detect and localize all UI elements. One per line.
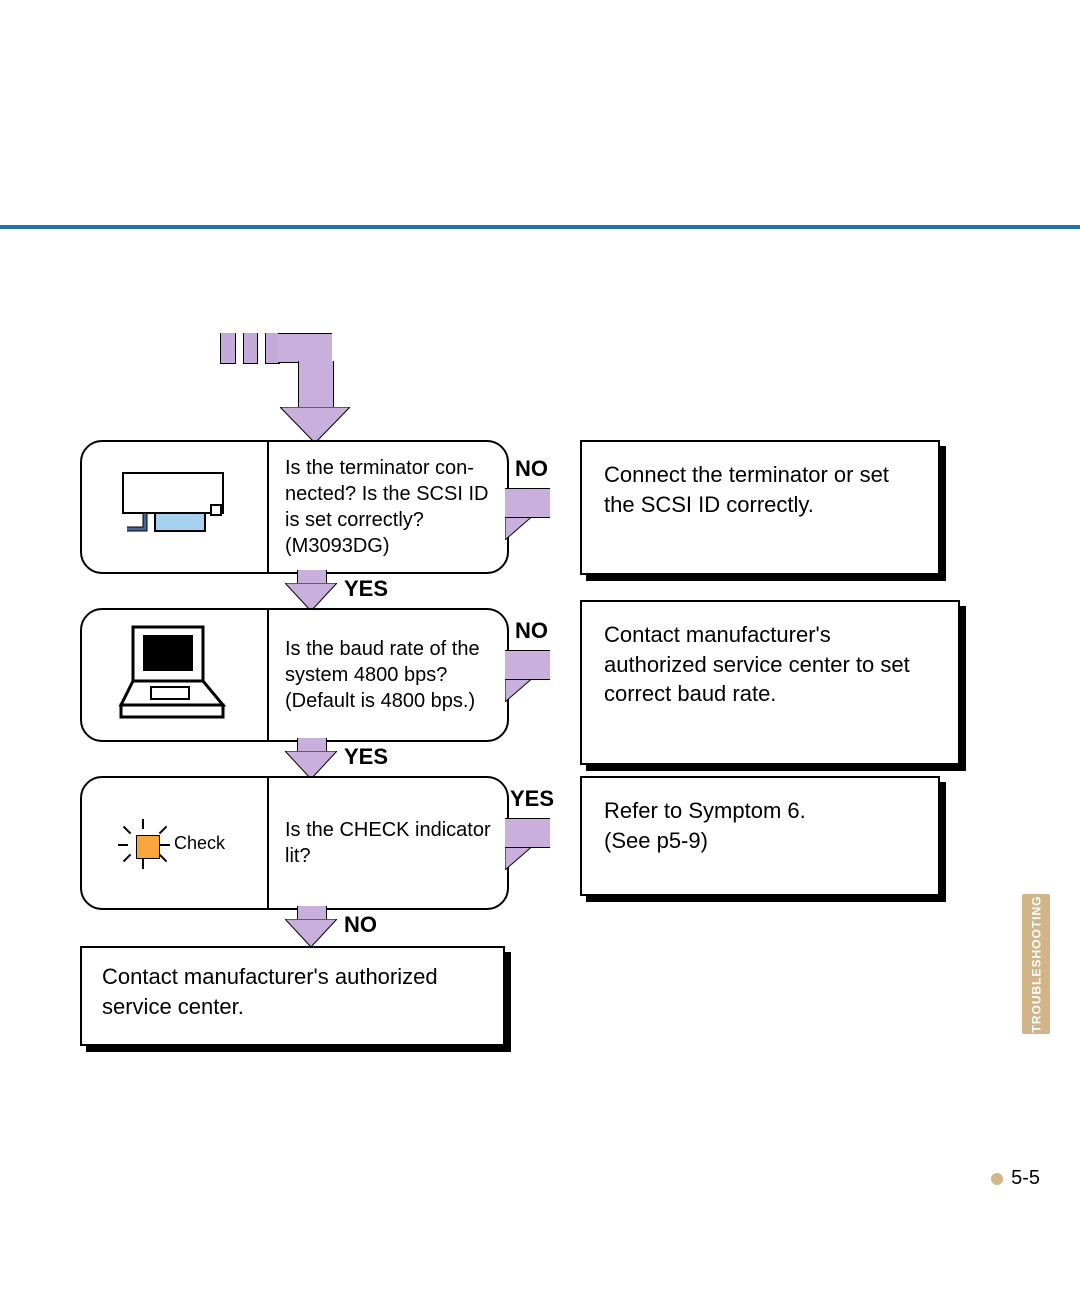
step1-question: Is the terminator con- nected? Is the SC… xyxy=(269,442,507,572)
header-rule xyxy=(0,225,1080,229)
final-result: Contact manufacturer's authorized servic… xyxy=(80,946,505,1046)
step2-icon-cell xyxy=(82,610,269,740)
arrowhead-down-icon xyxy=(285,583,337,611)
section-tab-label: TROUBLESHOOTING xyxy=(1029,896,1043,1033)
check-indicator-icon: Check xyxy=(124,823,225,863)
step1-yes-label: YES xyxy=(344,576,388,602)
step2-no-arrow xyxy=(505,650,535,702)
stem xyxy=(505,488,550,518)
text: Is the terminator con- xyxy=(285,455,491,481)
entry-dash-2 xyxy=(243,333,258,364)
check-label: Check xyxy=(174,833,225,854)
step3-icon-cell: Check xyxy=(82,778,269,908)
step2-yes-label: YES xyxy=(344,744,388,770)
entry-elbow-horizontal-top xyxy=(278,333,332,363)
step3-decision: Check Is the CHECK indicator lit? xyxy=(80,776,509,910)
text: Contact manufacturer's authorized servic… xyxy=(102,964,438,1019)
step1-no-label: NO xyxy=(515,456,548,482)
text: system 4800 bps? xyxy=(285,662,491,688)
text: lit? xyxy=(285,843,491,869)
text: Contact manufacturer's authorized servic… xyxy=(604,622,910,706)
step1-no-arrow xyxy=(505,488,535,540)
page-number-text: 5-5 xyxy=(1011,1167,1040,1189)
text: Is the CHECK indicator xyxy=(285,817,491,843)
text: (M3093DG) xyxy=(285,533,491,559)
step2-result: Contact manufacturer's authorized servic… xyxy=(580,600,960,765)
step3-yes-label: YES xyxy=(510,786,554,812)
stem xyxy=(505,650,550,680)
entry-stem xyxy=(298,361,334,408)
step2-decision: Is the baud rate of the system 4800 bps?… xyxy=(80,608,509,742)
step1-icon-cell xyxy=(82,442,269,572)
step3-result: Refer to Symptom 6. (See p5-9) xyxy=(580,776,940,896)
stem xyxy=(505,818,550,848)
text: nected? Is the SCSI ID xyxy=(285,481,491,507)
page: { "labels": { "yes": "YES", "no": "NO" }… xyxy=(0,0,1080,1298)
indicator-light-icon xyxy=(124,823,164,863)
step3-yes-arrow xyxy=(505,818,535,870)
stem xyxy=(297,738,327,752)
text: Refer to Symptom 6. xyxy=(604,796,916,826)
scanner-icon xyxy=(115,465,235,550)
text: Connect the terminator or set the SCSI I… xyxy=(604,462,889,517)
bullet-icon xyxy=(991,1173,1003,1185)
step1-result: Connect the terminator or set the SCSI I… xyxy=(580,440,940,575)
text: is set correctly? xyxy=(285,507,491,533)
text: Is the baud rate of the xyxy=(285,636,491,662)
section-tab: TROUBLESHOOTING xyxy=(1022,894,1050,1034)
step2-no-label: NO xyxy=(515,618,548,644)
arrowhead-down-icon xyxy=(285,751,337,779)
stem xyxy=(297,570,327,584)
text: (Default is 4800 bps.) xyxy=(285,688,491,714)
text: (See p5-9) xyxy=(604,826,916,856)
arrowhead-down-icon xyxy=(285,919,337,947)
step3-question: Is the CHECK indicator lit? xyxy=(269,778,507,908)
computer-icon xyxy=(115,623,235,728)
step2-question: Is the baud rate of the system 4800 bps?… xyxy=(269,610,507,740)
step1-decision: Is the terminator con- nected? Is the SC… xyxy=(80,440,509,574)
entry-dash-1 xyxy=(220,333,236,364)
stem xyxy=(297,906,327,920)
step3-no-label: NO xyxy=(344,912,377,938)
page-number: 5-5 xyxy=(991,1167,1040,1190)
